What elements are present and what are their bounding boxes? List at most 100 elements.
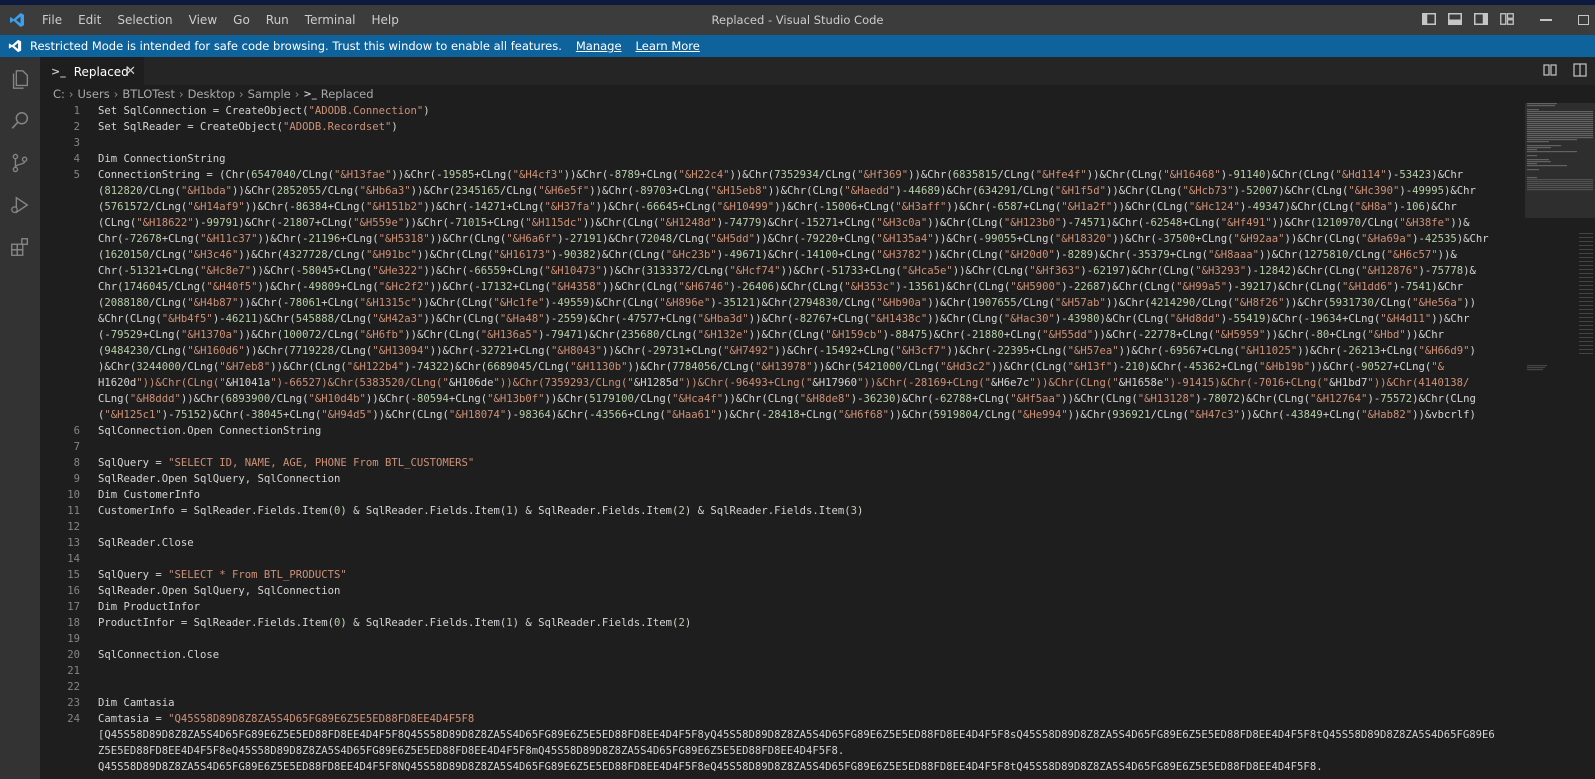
code-line[interactable]: 15 SqlQuery = "SELECT * From BTL_PRODUCTS…	[40, 567, 1510, 583]
code-line[interactable]: (-79529+CLng("&H1370a"))&Chr(100072/CLng…	[40, 327, 1510, 343]
maximize-icon[interactable]	[1578, 15, 1589, 25]
code-line[interactable]: 12	[40, 519, 1510, 535]
menu-view[interactable]: View	[181, 5, 225, 35]
menu-selection[interactable]: Selection	[109, 5, 180, 35]
line-number: 12	[67, 521, 80, 533]
code-line[interactable]: 2 Set SqlReader = CreateObject("ADODB.Rec…	[40, 119, 1510, 135]
menu-terminal[interactable]: Terminal	[297, 5, 364, 35]
source-control-icon[interactable]	[0, 143, 40, 183]
code-text: Dim ProductInfor	[98, 601, 201, 613]
line-number: 6	[73, 425, 80, 437]
minimize-icon[interactable]	[1540, 19, 1552, 21]
code-line[interactable]: 16 SqlReader.Open SqlQuery, SqlConnection	[40, 583, 1510, 599]
code-line[interactable]: 5 ConnectionString = (Chr(6547040/CLng("&…	[40, 167, 1510, 183]
breadcrumb-sample[interactable]: Sample	[248, 87, 291, 101]
code-text: (1620150/CLng("&H3c46"))&Chr(4327728/CLn…	[98, 249, 1457, 261]
code-line[interactable]: 7	[40, 439, 1510, 455]
menu-run[interactable]: Run	[258, 5, 297, 35]
vscode-logo[interactable]	[0, 12, 34, 28]
code-line[interactable]: 24 Camtasia = "Q45S58D89D8Z8ZA5S4D65FG89E…	[40, 711, 1510, 727]
code-line[interactable]: 11 CustomerInfo = SqlReader.Fields.Item(0…	[40, 503, 1510, 519]
code-line[interactable]: CLng("&H8ddd"))&Chr(6893900/CLng("&H10d4…	[40, 391, 1510, 407]
tab-bar: >_ Replaced ✕	[40, 57, 1595, 85]
code-line[interactable]: 23 Dim Camtasia	[40, 695, 1510, 711]
explorer-files-icon[interactable]	[0, 59, 40, 99]
menu-edit[interactable]: Edit	[70, 5, 109, 35]
toggle-secondary-sidebar-icon[interactable]	[1474, 12, 1488, 28]
title-bar: File Edit Selection View Go Run Terminal…	[0, 5, 1595, 35]
code-line[interactable]: 8 SqlQuery = "SELECT ID, NAME, AGE, PHONE…	[40, 455, 1510, 471]
code-line[interactable]: 3	[40, 135, 1510, 151]
code-line[interactable]: 22	[40, 679, 1510, 695]
code-line[interactable]: 1 Set SqlConnection = CreateObject("ADODB…	[40, 103, 1510, 119]
customize-layout-icon[interactable]	[1500, 12, 1514, 28]
code-line[interactable]: )&Chr(3244000/CLng("&H7eb8"))&Chr(CLng("…	[40, 359, 1510, 375]
search-icon[interactable]	[0, 101, 40, 141]
code-line[interactable]: 6 SqlConnection.Open ConnectionString	[40, 423, 1510, 439]
code-line[interactable]: H1620d"))&Chr(CLng("&H1041a")-66527)&Chr…	[40, 375, 1510, 391]
manage-link[interactable]: Manage	[576, 39, 622, 53]
code-text: SqlQuery = "SELECT ID, NAME, AGE, PHONE …	[98, 457, 475, 469]
code-line[interactable]: 4 Dim ConnectionString	[40, 151, 1510, 167]
code-line[interactable]: ("&H125c1")-75152)&Chr(-38045+CLng("&H94…	[40, 407, 1510, 423]
code-line[interactable]: 14	[40, 551, 1510, 567]
code-line[interactable]: 20 SqlConnection.Close	[40, 647, 1510, 663]
code-text: CustomerInfo = SqlReader.Fields.Item(0) …	[98, 505, 864, 517]
line-number: 11	[67, 505, 80, 517]
line-number	[40, 183, 80, 199]
toggle-primary-sidebar-icon[interactable]	[1422, 12, 1436, 28]
line-number	[40, 727, 80, 743]
minimap-slider[interactable]	[1525, 103, 1595, 218]
breadcrumb-desktop[interactable]: Desktop	[188, 87, 235, 101]
code-line[interactable]: 9 SqlReader.Open SqlQuery, SqlConnection	[40, 471, 1510, 487]
code-line[interactable]: 17 Dim ProductInfor	[40, 599, 1510, 615]
code-line[interactable]: (812820/CLng("&H1bda"))&Chr(2852055/CLng…	[40, 183, 1510, 199]
code-line[interactable]: (5761572/CLng("&H14af9"))&Chr(-86384+CLn…	[40, 199, 1510, 215]
code-line[interactable]: &Chr(CLng("&Hb4f5")-46211)&Chr(545888/CL…	[40, 311, 1510, 327]
code-line[interactable]: (CLng("&H18622")-99791)&Chr(-21807+CLng(…	[40, 215, 1510, 231]
menu-file[interactable]: File	[34, 5, 70, 35]
chevron-right-icon: ›	[294, 87, 300, 101]
run-debug-icon[interactable]	[0, 185, 40, 225]
code-line[interactable]: Chr(-51321+CLng("&Hc8e7"))&Chr(-58045+CL…	[40, 263, 1510, 279]
learn-more-link[interactable]: Learn More	[636, 39, 700, 53]
code-line[interactable]: Z5E5ED88FD8EE4D4F5F8eQ45S58D89D8Z8ZA5S4D…	[40, 743, 1510, 759]
code-text: Set SqlConnection = CreateObject("ADODB.…	[98, 105, 430, 117]
split-editor-icon[interactable]	[1573, 62, 1587, 81]
code-line[interactable]: 18 ProductInfor = SqlReader.Fields.Item(0…	[40, 615, 1510, 631]
code-text: (812820/CLng("&H1bda"))&Chr(2852055/CLng…	[98, 185, 1476, 197]
compare-changes-icon[interactable]	[1543, 62, 1557, 81]
extensions-icon[interactable]	[0, 227, 40, 267]
chevron-right-icon: ›	[178, 87, 184, 101]
code-text: ("&H125c1")-75152)&Chr(-38045+CLng("&H94…	[98, 409, 1476, 421]
line-number: 9	[73, 473, 80, 485]
breadcrumb: C: › Users › BTLOTest › Desktop › Sample…	[40, 85, 1595, 103]
code-line[interactable]: [Q45S58D89D8Z8ZA5S4D65FG89E6Z5E5ED88FD8E…	[40, 727, 1510, 743]
code-line[interactable]: Chr(-72678+CLng("&H11c37"))&Chr(-21196+C…	[40, 231, 1510, 247]
breadcrumb-drive[interactable]: C:	[53, 87, 65, 101]
close-icon[interactable]: ✕	[125, 64, 136, 79]
menu-go[interactable]: Go	[225, 5, 258, 35]
tab-replaced[interactable]: >_ Replaced ✕	[40, 57, 144, 85]
line-number	[40, 231, 80, 247]
toggle-panel-icon[interactable]	[1448, 12, 1462, 28]
code-line[interactable]: 10 Dim CustomerInfo	[40, 487, 1510, 503]
code-editor[interactable]: 1 Set SqlConnection = CreateObject("ADODB…	[40, 103, 1510, 779]
code-line[interactable]: (2088180/CLng("&H4b87"))&Chr(-78061+CLng…	[40, 295, 1510, 311]
code-line[interactable]: (1620150/CLng("&H3c46"))&Chr(4327728/CLn…	[40, 247, 1510, 263]
code-line[interactable]: Q45S58D89D8Z8ZA5S4D65FG89E6Z5E5ED88FD8EE…	[40, 759, 1510, 775]
breadcrumb-file[interactable]: Replaced	[321, 87, 374, 101]
menu-help[interactable]: Help	[364, 5, 407, 35]
line-number	[40, 247, 80, 263]
code-text: SqlConnection.Close	[98, 649, 220, 661]
code-text: (5761572/CLng("&H14af9"))&Chr(-86384+CLn…	[98, 201, 1457, 213]
breadcrumb-btlotest[interactable]: BTLOTest	[122, 87, 175, 101]
breadcrumb-users[interactable]: Users	[78, 87, 110, 101]
code-line[interactable]: (9484230/CLng("&H160d6"))&Chr(7719228/CL…	[40, 343, 1510, 359]
line-number: 1	[73, 105, 80, 117]
code-line[interactable]: 19	[40, 631, 1510, 647]
code-text: SqlReader.Open SqlQuery, SqlConnection	[98, 473, 341, 485]
code-line[interactable]: Chr(1746045/CLng("&H40f5"))&Chr(-49809+C…	[40, 279, 1510, 295]
code-line[interactable]: 21	[40, 663, 1510, 679]
code-line[interactable]: 13 SqlReader.Close	[40, 535, 1510, 551]
